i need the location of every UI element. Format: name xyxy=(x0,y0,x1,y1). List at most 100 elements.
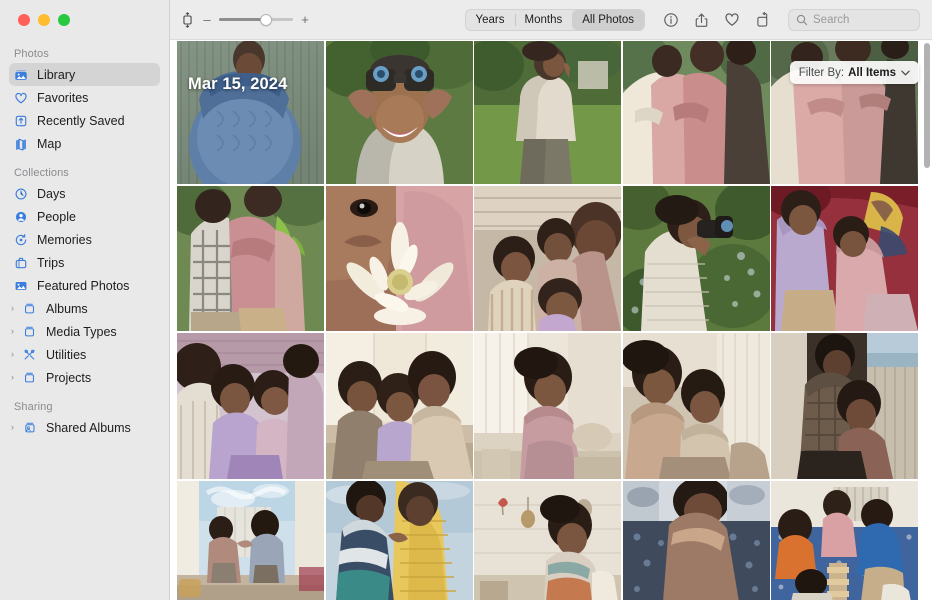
zoom-button[interactable] xyxy=(58,14,70,26)
search-icon xyxy=(796,14,808,26)
sidebar-item-label: People xyxy=(37,209,76,224)
sidebar-item-projects[interactable]: › Projects xyxy=(9,366,160,389)
memories-icon xyxy=(14,233,34,247)
chevron-down-icon xyxy=(901,68,910,78)
album-icon xyxy=(23,302,43,315)
photo-grid-row xyxy=(177,186,925,331)
chevron-right-icon[interactable]: › xyxy=(11,304,23,313)
minimize-button[interactable] xyxy=(38,14,50,26)
photo-thumbnail[interactable] xyxy=(325,481,473,600)
shared-album-icon xyxy=(23,421,43,434)
photo-grid-row xyxy=(177,481,925,600)
sidebar-item-label: Projects xyxy=(46,370,92,385)
zoom-slider[interactable] xyxy=(219,13,293,27)
chevron-right-icon[interactable]: › xyxy=(11,327,23,336)
photo-thumbnail[interactable] xyxy=(474,186,621,331)
photo-grid-row xyxy=(177,333,925,479)
info-icon[interactable] xyxy=(663,12,679,28)
search-field[interactable]: Search xyxy=(788,8,920,31)
slider-knob[interactable] xyxy=(260,13,273,26)
photo-thumbnail[interactable] xyxy=(771,333,918,479)
library-icon xyxy=(14,68,34,82)
thumbnail-size-icon[interactable] xyxy=(180,11,195,28)
utilities-icon xyxy=(23,348,43,361)
zoom-in-button[interactable]: + xyxy=(300,13,310,26)
filter-dropdown[interactable]: Filter By: All Items xyxy=(789,61,919,84)
map-icon xyxy=(14,137,34,151)
favorite-icon[interactable] xyxy=(724,12,740,27)
window-controls xyxy=(0,0,169,40)
recently-saved-icon xyxy=(14,114,34,128)
tab-months[interactable]: Months xyxy=(514,10,573,30)
photo-thumbnail[interactable] xyxy=(177,333,324,479)
sidebar-item-people[interactable]: People xyxy=(9,205,160,228)
sidebar-item-recently-saved[interactable]: Recently Saved xyxy=(9,109,160,132)
photo-thumbnail[interactable] xyxy=(474,481,621,600)
photo-thumbnail[interactable] xyxy=(771,481,918,600)
photo-thumbnail[interactable] xyxy=(622,333,770,479)
close-button[interactable] xyxy=(18,14,30,26)
photo-thumbnail[interactable]: Mar 15, 2024 xyxy=(177,41,324,184)
zoom-out-button[interactable]: – xyxy=(202,13,212,26)
sidebar-section-collections-title: Collections xyxy=(14,167,69,179)
sidebar-item-media-types[interactable]: › Media Types xyxy=(9,320,160,343)
toolbar-icon-group xyxy=(663,11,770,28)
photo-thumbnail[interactable] xyxy=(622,41,770,184)
sidebar-item-label: Trips xyxy=(37,255,65,270)
sidebar-item-map[interactable]: Map xyxy=(9,132,160,155)
chevron-right-icon[interactable]: › xyxy=(11,373,23,382)
sidebar-item-label: Favorites xyxy=(37,90,89,105)
sidebar-section-photos-title: Photos xyxy=(14,48,49,60)
photo-thumbnail[interactable] xyxy=(177,186,324,331)
filter-label: Filter By: xyxy=(798,66,845,79)
tab-years[interactable]: Years xyxy=(466,10,515,30)
photo-thumbnail[interactable] xyxy=(177,481,324,600)
sidebar-item-library[interactable]: Library xyxy=(9,63,160,86)
photo-thumbnail[interactable] xyxy=(622,481,770,600)
sidebar-item-label: Shared Albums xyxy=(46,420,131,435)
main-content: – + Years Months All Photos Search Mar 1… xyxy=(170,0,932,600)
zoom-controls: – + xyxy=(180,11,310,28)
album-icon xyxy=(23,371,43,384)
trips-icon xyxy=(14,256,34,270)
sidebar-item-label: Albums xyxy=(46,301,88,316)
toolbar: – + Years Months All Photos Search xyxy=(170,0,932,40)
photo-thumbnail[interactable] xyxy=(474,333,621,479)
photo-thumbnail[interactable] xyxy=(622,186,770,331)
photo-thumbnail[interactable] xyxy=(325,41,473,184)
clock-icon xyxy=(14,187,34,201)
share-icon[interactable] xyxy=(694,12,709,28)
vertical-scrollbar[interactable] xyxy=(924,43,930,168)
photo-grid: Mar 15, 2024 xyxy=(177,41,925,600)
sidebar-item-featured-photos[interactable]: Featured Photos xyxy=(9,274,160,297)
chevron-right-icon[interactable]: › xyxy=(11,423,23,432)
rotate-icon[interactable] xyxy=(755,11,770,28)
slider-fill xyxy=(219,18,264,21)
photo-thumbnail[interactable] xyxy=(474,41,621,184)
sidebar-item-label: Featured Photos xyxy=(37,278,130,293)
sidebar-item-memories[interactable]: Memories xyxy=(9,228,160,251)
photos-window: Photos Library Favorites Recently Saved … xyxy=(0,0,932,600)
sidebar-item-trips[interactable]: Trips xyxy=(9,251,160,274)
album-icon xyxy=(23,325,43,338)
sidebar-item-days[interactable]: Days xyxy=(9,182,160,205)
sidebar-item-label: Recently Saved xyxy=(37,113,125,128)
photo-grid-container[interactable]: Mar 15, 2024 Filter By: All Items xyxy=(170,41,932,600)
sidebar-item-label: Memories xyxy=(37,232,92,247)
photo-thumbnail[interactable] xyxy=(325,186,473,331)
chevron-right-icon[interactable]: › xyxy=(11,350,23,359)
sidebar-item-albums[interactable]: › Albums xyxy=(9,297,160,320)
heart-icon xyxy=(14,91,34,105)
sidebar-item-label: Media Types xyxy=(46,324,117,339)
sidebar-item-utilities[interactable]: › Utilities xyxy=(9,343,160,366)
person-icon xyxy=(14,210,34,224)
photo-thumbnail[interactable] xyxy=(325,333,473,479)
date-label: Mar 15, 2024 xyxy=(188,75,288,93)
sidebar-item-favorites[interactable]: Favorites xyxy=(9,86,160,109)
sidebar-item-label: Days xyxy=(37,186,66,201)
tab-all-photos[interactable]: All Photos xyxy=(572,9,644,30)
sidebar-item-shared-albums[interactable]: › Shared Albums xyxy=(9,416,160,439)
view-mode-segmented-control[interactable]: Years Months All Photos xyxy=(464,8,645,31)
photo-thumbnail[interactable] xyxy=(771,186,918,331)
search-placeholder: Search xyxy=(813,13,850,26)
